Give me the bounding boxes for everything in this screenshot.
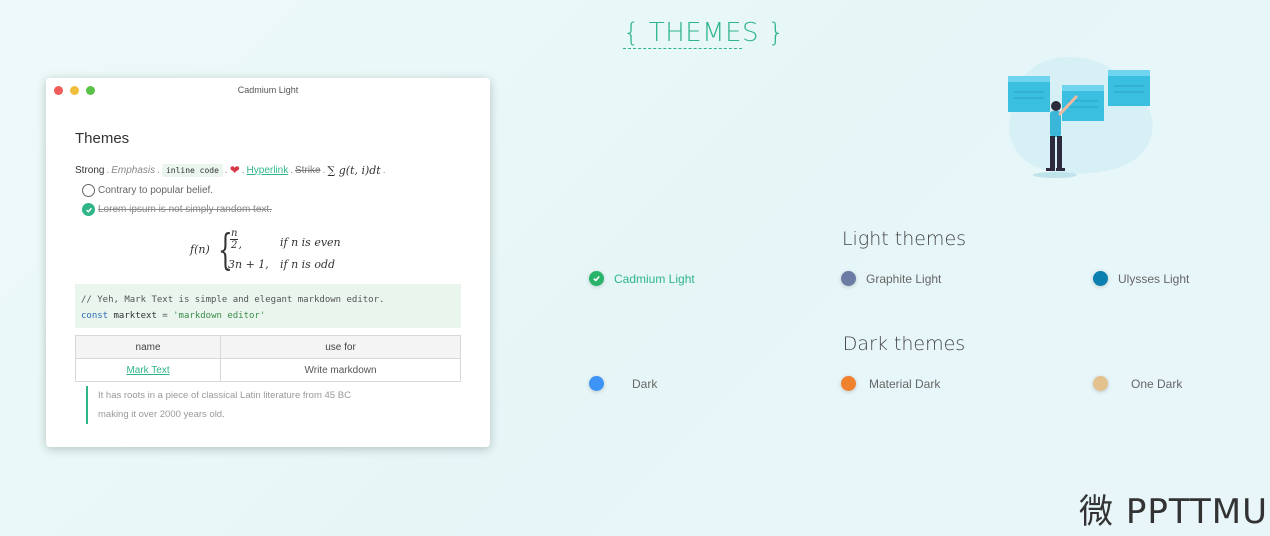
quote-line: It has roots in a piece of classical Lat… [98, 390, 351, 401]
task-text: Lorem ipsum is not simply random text. [98, 204, 272, 215]
dark-themes-title: Dark themes [842, 333, 966, 355]
heart-emoji-icon: ❤ [229, 163, 240, 177]
theme-label: Cadmium Light [614, 271, 695, 286]
theme-color-dot [1093, 376, 1108, 391]
code-comment: // Yeh, Mark Text is simple and elegant … [81, 295, 385, 305]
inline-math: ∑ g(t, i)dt [327, 163, 381, 177]
table-cell: Mark Text [74, 358, 222, 382]
theme-color-dot [589, 376, 604, 391]
watermark: 微 PPTTMU [1079, 492, 1268, 532]
table-row: Mark Text Write markdown [74, 358, 461, 382]
inline-formatting-line: Strong . Emphasis . inline code . ❤ . Hy… [75, 163, 386, 177]
theme-label: Graphite Light [866, 271, 942, 286]
emphasis-text: Emphasis [111, 164, 156, 176]
theme-option-material-dark[interactable]: Material Dark [841, 376, 940, 391]
light-themes-title: Light themes [841, 228, 967, 250]
math-block: f(n) { n 2 , if n is even 3n + 1, if n i… [190, 226, 360, 276]
task-text: Contrary to popular belief. [98, 185, 214, 196]
code-line: const marktext = 'markdown editor' [81, 308, 455, 324]
table-cell-link[interactable]: Mark Text [126, 365, 169, 376]
code-operator: = [162, 311, 168, 321]
theme-color-dot [841, 376, 856, 391]
inline-code: inline code [161, 163, 223, 177]
person-with-notes-illustration [1008, 56, 1153, 178]
code-identifier: marktext [113, 311, 157, 321]
theme-option-one-dark[interactable]: One Dark [1093, 376, 1182, 391]
theme-label: One Dark [1131, 376, 1183, 391]
markdown-table: name use for Mark Text Write markdown [74, 335, 461, 382]
task-item: Contrary to popular belief. [82, 184, 213, 197]
table-header-cell: name [74, 335, 222, 359]
hyperlink[interactable]: Hyperlink [247, 165, 289, 176]
strike-text: Strike [295, 164, 321, 176]
blockquote: It has roots in a piece of classical Lat… [86, 386, 386, 424]
formula-function: f(n) [190, 243, 210, 256]
section-title-underline [623, 48, 742, 49]
code-keyword: const [81, 311, 109, 321]
theme-label: Ulysses Light [1118, 271, 1190, 286]
unchecked-checkbox-icon[interactable] [82, 184, 95, 197]
theme-color-dot [841, 271, 856, 286]
theme-label: Material Dark [869, 376, 941, 391]
checked-checkbox-icon[interactable] [82, 203, 95, 216]
theme-label: Dark [632, 376, 658, 391]
theme-option-dark[interactable]: Dark [589, 376, 657, 391]
formula-condition-even: if n is even [280, 236, 341, 249]
doc-heading: Themes [75, 130, 130, 147]
table-cell: Write markdown [220, 358, 461, 382]
window-title: Cadmium Light [237, 85, 299, 95]
formula-case-odd: 3n + 1, [228, 258, 269, 271]
strong-text: Strong [75, 164, 105, 176]
code-string: 'markdown editor' [173, 311, 266, 321]
section-title: { THEMES } [623, 18, 785, 48]
theme-dot-checked-icon [589, 271, 604, 286]
editor-window-preview: Cadmium Light Themes Strong . Emphasis .… [46, 78, 490, 447]
theme-option-cadmium-light[interactable]: Cadmium Light [589, 271, 695, 286]
theme-option-ulysses-light[interactable]: Ulysses Light [1093, 271, 1189, 286]
code-block: // Yeh, Mark Text is simple and elegant … [75, 284, 461, 328]
table-header-cell: use for [220, 335, 461, 359]
formula-case-even: n 2 , [230, 228, 242, 251]
task-item: Lorem ipsum is not simply random text. [82, 203, 272, 216]
theme-option-graphite-light[interactable]: Graphite Light [841, 271, 941, 286]
table-header-row: name use for [74, 335, 461, 359]
formula-condition-odd: if n is odd [280, 258, 336, 271]
theme-color-dot [1093, 271, 1108, 286]
window-titlebar: Cadmium Light [46, 78, 490, 102]
quote-line: making it over 2000 years old. [98, 409, 225, 420]
